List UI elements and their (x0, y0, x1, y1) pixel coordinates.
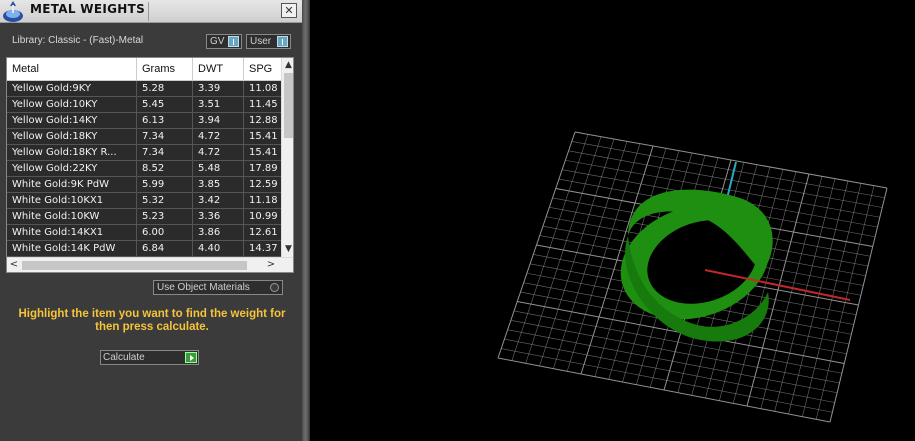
table-cell: 4.72 (193, 129, 244, 144)
table-row[interactable]: Yellow Gold:18KY 7.34 4.72 15.41 (7, 129, 281, 145)
use-object-materials-checkbox[interactable]: Use Object Materials (153, 280, 283, 295)
user-toggle[interactable]: User (246, 34, 291, 49)
column-header-dwt[interactable]: DWT (193, 58, 244, 81)
table-cell: 3.85 (193, 177, 244, 192)
table-cell: 5.28 (137, 81, 193, 96)
grid-line (829, 187, 888, 423)
use-object-materials-label: Use Object Materials (157, 282, 250, 293)
table-cell: Yellow Gold:18KY (7, 129, 137, 144)
gv-toggle-label: GV (210, 36, 225, 47)
table-cell: 5.23 (137, 209, 193, 224)
table-header: Metal Grams DWT SPG (7, 58, 284, 81)
table-cell: 15.41 (244, 129, 281, 144)
close-icon: ✕ (284, 4, 294, 17)
table-cell: 11.18 (244, 193, 281, 208)
table-cell: 3.39 (193, 81, 244, 96)
table-cell: 5.45 (137, 97, 193, 112)
table-cell: 7.34 (137, 145, 193, 160)
titlebar-separator (148, 2, 149, 21)
table-row[interactable]: Yellow Gold:9KY 5.28 3.39 11.08 (7, 81, 281, 97)
radio-icon[interactable] (270, 283, 279, 292)
table-cell: 15.41 (244, 145, 281, 160)
table-cell: 3.94 (193, 113, 244, 128)
table-cell: 14.37 (244, 241, 281, 256)
play-arrow-icon[interactable] (185, 352, 197, 363)
table-row[interactable]: White Gold:14KX1 6.00 3.86 12.61 (7, 225, 281, 241)
table-row[interactable]: Yellow Gold:18KY R... 7.34 4.72 15.41 (7, 145, 281, 161)
table-cell: White Gold:9K PdW (7, 177, 137, 192)
table-cell: 12.88 (244, 113, 281, 128)
table-cell: Yellow Gold:9KY (7, 81, 137, 96)
table-row[interactable]: White Gold:10KW 5.23 3.36 10.99 (7, 209, 281, 225)
table-cell: 5.48 (193, 161, 244, 176)
table-cell: 11.45 (244, 97, 281, 112)
instruction-text: Highlight the item you want to find the … (18, 308, 286, 333)
column-header-metal[interactable]: Metal (7, 58, 137, 81)
table-cell: White Gold:10KX1 (7, 193, 137, 208)
metal-table: Metal Grams DWT SPG Yellow Gold:9KY 5.28 3… (6, 57, 294, 273)
table-cell: 3.51 (193, 97, 244, 112)
table-cell: 3.42 (193, 193, 244, 208)
table-row[interactable]: Yellow Gold:14KY 6.13 3.94 12.88 (7, 113, 281, 129)
metal-weights-panel: METAL WEIGHTS ✕ Library: Classic - (Fast… (0, 0, 302, 441)
user-toggle-label: User (250, 36, 272, 47)
calculate-button[interactable]: Calculate (100, 350, 199, 365)
table-cell: Yellow Gold:22KY (7, 161, 137, 176)
table-cell: White Gold:10KW (7, 209, 137, 224)
table-cell: 12.61 (244, 225, 281, 240)
scroll-right-icon[interactable]: > (264, 258, 278, 272)
gv-toggle[interactable]: GV (206, 34, 242, 49)
perspective-viewport[interactable] (310, 0, 915, 441)
table-cell: 3.36 (193, 209, 244, 224)
table-cell: 7.34 (137, 129, 193, 144)
calculate-label: Calculate (103, 352, 145, 363)
scroll-left-icon[interactable]: < (7, 258, 21, 272)
table-cell: White Gold:14KX1 (7, 225, 137, 240)
vertical-scroll-thumb[interactable] (284, 73, 293, 138)
table-cell: Yellow Gold:18KY R... (7, 145, 137, 160)
table-cell: 17.89 (244, 161, 281, 176)
table-cell: 11.08 (244, 81, 281, 96)
vertical-scrollbar[interactable]: ▲ ▼ (281, 58, 293, 257)
table-cell: 4.40 (193, 241, 244, 256)
table-row[interactable]: Yellow Gold:10KY 5.45 3.51 11.45 (7, 97, 281, 113)
close-button[interactable]: ✕ (281, 3, 297, 18)
scroll-up-icon[interactable]: ▲ (282, 58, 293, 72)
table-cell: 4.72 (193, 145, 244, 160)
table-cell: 5.32 (137, 193, 193, 208)
table-row[interactable]: White Gold:10KX1 5.32 3.42 11.18 (7, 193, 281, 209)
table-row[interactable]: White Gold:14K PdW 6.84 4.40 14.37 (7, 241, 281, 257)
horizontal-scroll-thumb[interactable] (22, 261, 247, 270)
window-title: METAL WEIGHTS (30, 2, 146, 16)
panel-splitter[interactable] (302, 0, 310, 441)
table-cell: 12.59 (244, 177, 281, 192)
table-cell: 10.99 (244, 209, 281, 224)
table-cell: 3.86 (193, 225, 244, 240)
horizontal-scrollbar[interactable]: < > (7, 257, 293, 272)
table-cell: 6.13 (137, 113, 193, 128)
rhino-app-icon (1, 0, 25, 23)
table-cell: 6.84 (137, 241, 193, 256)
table-cell: 5.99 (137, 177, 193, 192)
column-header-spg[interactable]: SPG (244, 58, 284, 81)
table-cell: 6.00 (137, 225, 193, 240)
table-cell: White Gold:14K PdW (7, 241, 137, 256)
column-header-grams[interactable]: Grams (137, 58, 193, 81)
scroll-down-icon[interactable]: ▼ (282, 242, 293, 256)
viewport-canvas[interactable] (310, 0, 915, 441)
table-cell: 8.52 (137, 161, 193, 176)
table-row[interactable]: White Gold:9K PdW 5.99 3.85 12.59 (7, 177, 281, 193)
toggle-knob-icon (277, 36, 288, 47)
library-label: Library: Classic - (Fast)-Metal (12, 35, 144, 46)
table-row[interactable]: Yellow Gold:22KY 8.52 5.48 17.89 (7, 161, 281, 177)
table-cell: Yellow Gold:14KY (7, 113, 137, 128)
table-cell: Yellow Gold:10KY (7, 97, 137, 112)
panel-titlebar[interactable]: METAL WEIGHTS ✕ (0, 0, 302, 23)
grid-line (815, 185, 875, 420)
toggle-knob-icon (228, 36, 239, 47)
table-body: Yellow Gold:9KY 5.28 3.39 11.08 Yellow Gold:… (7, 81, 281, 257)
